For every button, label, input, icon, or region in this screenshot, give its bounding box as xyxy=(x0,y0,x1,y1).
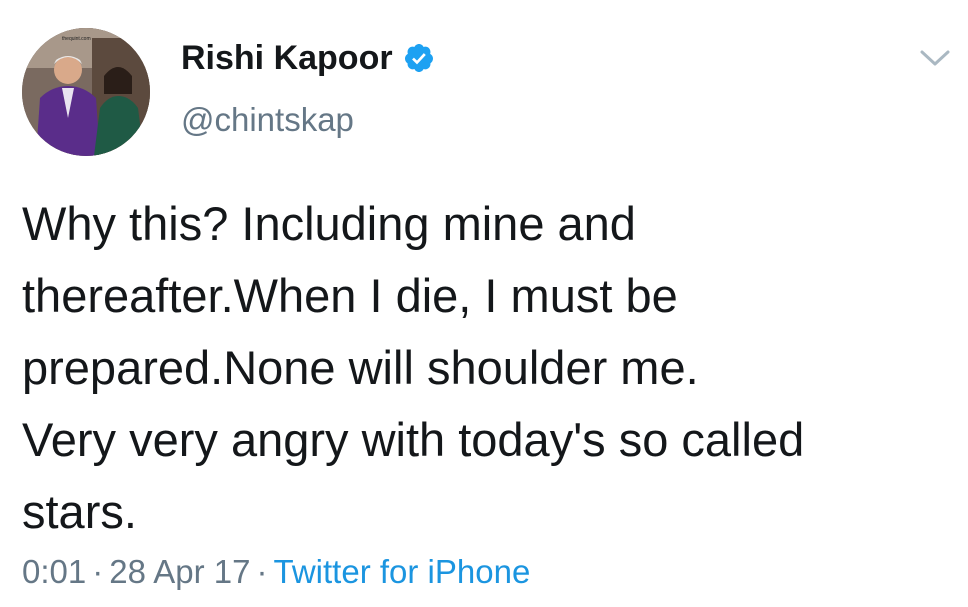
author-name-row[interactable]: Rishi Kapoor xyxy=(181,38,435,78)
avatar-photo: thequint.com xyxy=(22,28,150,156)
chevron-down-icon[interactable] xyxy=(918,46,952,70)
verified-badge-icon xyxy=(404,44,433,72)
tweet-time[interactable]: 0:01 xyxy=(22,553,86,590)
tweet-meta: 0:01 · 28 Apr 17 · Twitter for iPhone xyxy=(22,550,530,594)
meta-separator: · xyxy=(256,553,268,590)
tweet-source-link[interactable]: Twitter for iPhone xyxy=(274,553,531,590)
author-display-name[interactable]: Rishi Kapoor xyxy=(181,38,393,78)
tweet-text: Why this? Including mine and thereafter.… xyxy=(22,197,805,538)
tweet-date[interactable]: 28 Apr 17 xyxy=(109,553,250,590)
avatar[interactable]: thequint.com xyxy=(22,28,150,156)
author-handle[interactable]: @chintskap xyxy=(181,100,354,140)
tweet-card[interactable]: thequint.com Rishi Kapoor @chintskap Why… xyxy=(0,0,968,607)
meta-separator: · xyxy=(92,553,104,590)
avatar-watermark: thequint.com xyxy=(62,36,91,42)
